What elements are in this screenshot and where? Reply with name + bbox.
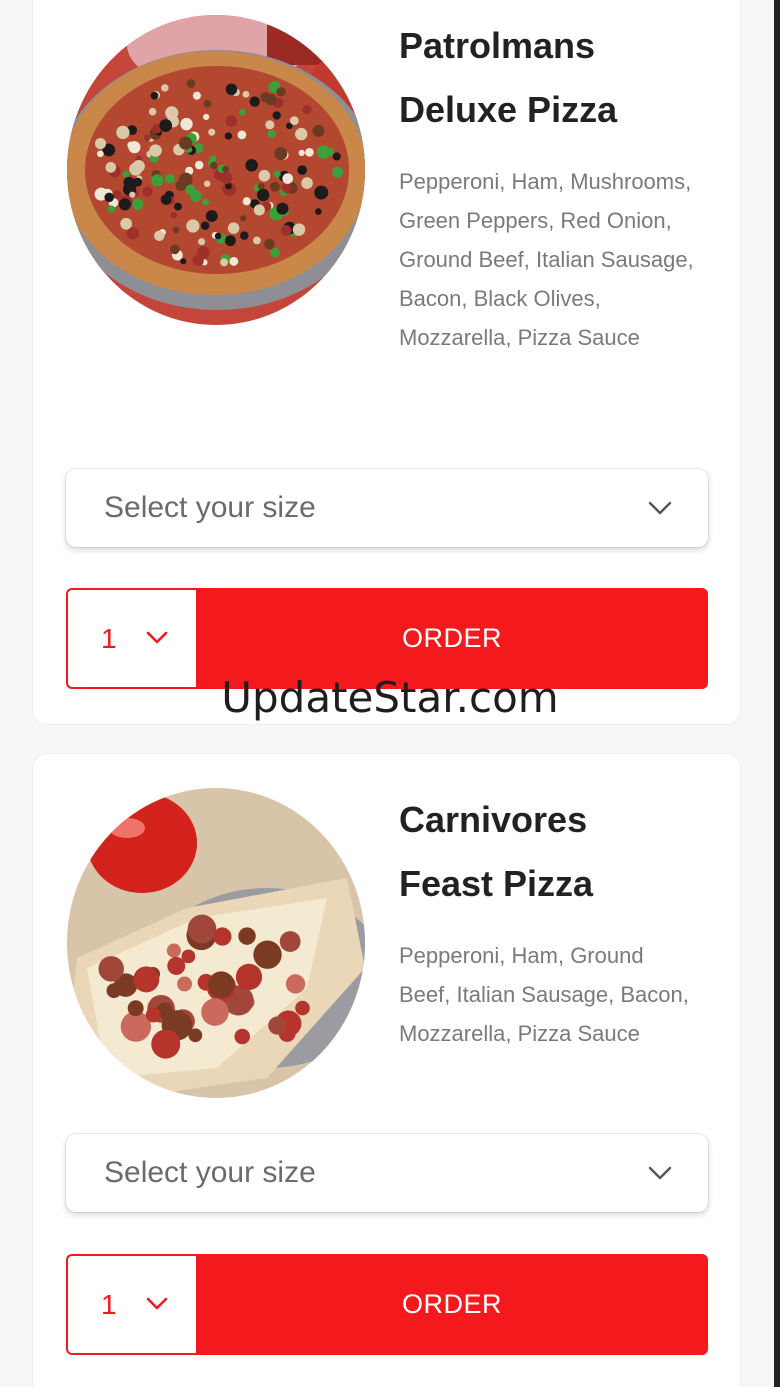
item-title: Patrolmans Deluxe Pizza	[399, 25, 618, 130]
quantity-select[interactable]: 1	[66, 1254, 198, 1355]
screen-edge	[774, 0, 780, 1387]
chevron-down-icon	[146, 631, 168, 644]
size-select-placeholder: Select your size	[104, 1156, 316, 1189]
size-select-placeholder: Select your size	[104, 491, 316, 524]
menu-item-card: Patrolmans Deluxe Pizza Pepperoni, Ham, …	[33, 0, 740, 724]
chevron-down-icon	[146, 1297, 168, 1310]
watermark: UpdateStar.com	[221, 673, 559, 722]
item-description: Pepperoni, Ham, Mushrooms, Green Peppers…	[399, 169, 694, 350]
quantity-value: 1	[101, 1289, 117, 1320]
order-row: 1 ORDER	[66, 1254, 708, 1355]
chevron-down-icon	[648, 501, 672, 515]
pizza-meat-photo	[67, 788, 365, 1098]
chevron-down-icon	[648, 1166, 672, 1180]
pizza-deluxe-photo	[67, 15, 365, 325]
size-select[interactable]: Select your size	[66, 469, 708, 547]
item-title: Carnivores Feast Pizza	[399, 799, 594, 904]
item-description: Pepperoni, Ham, Ground Beef, Italian Sau…	[399, 943, 689, 1046]
menu-item-card: Carnivores Feast Pizza Pepperoni, Ham, G…	[33, 754, 740, 1387]
size-select[interactable]: Select your size	[66, 1134, 708, 1212]
menu-page: Patrolmans Deluxe Pizza Pepperoni, Ham, …	[0, 0, 780, 1387]
order-button[interactable]: ORDER	[196, 1254, 708, 1355]
